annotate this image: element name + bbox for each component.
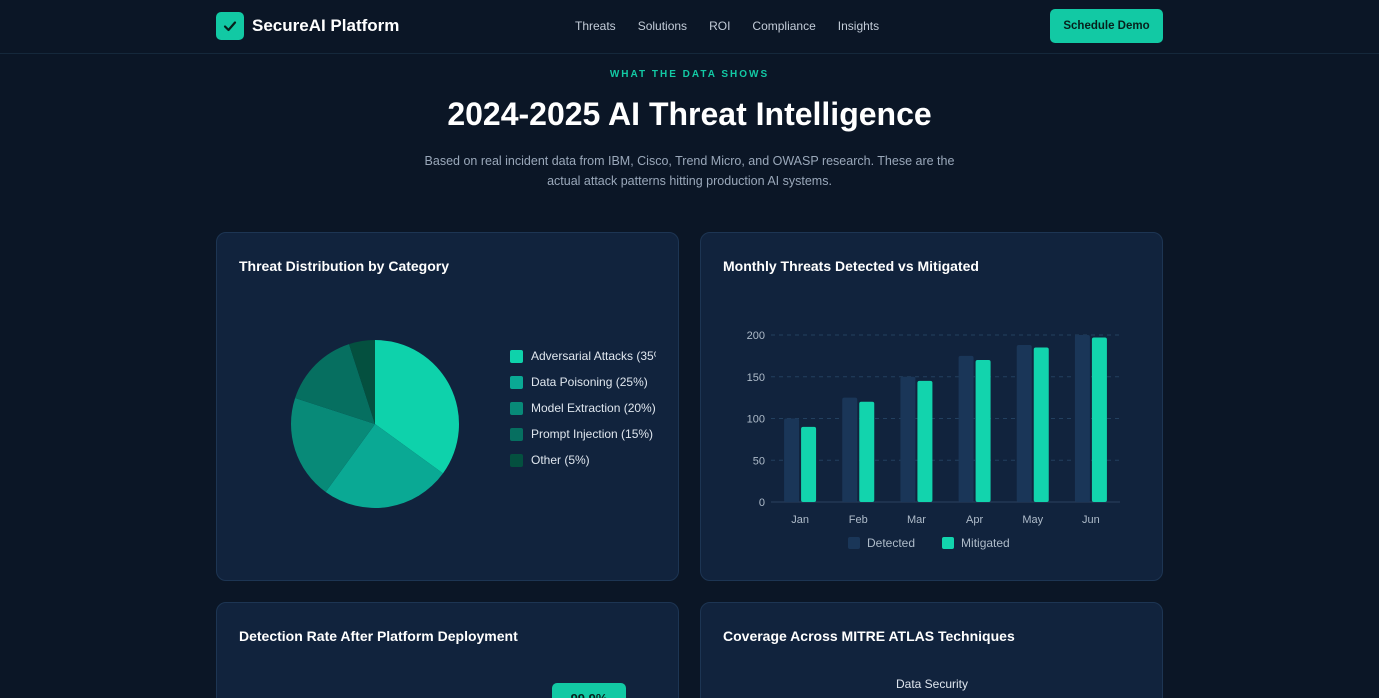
checkmark-icon bbox=[223, 21, 237, 32]
threat-distribution-card: Threat Distribution by Category Adversar… bbox=[216, 232, 679, 581]
legend-item: Prompt Injection (15%) bbox=[510, 421, 656, 447]
bar-detected[interactable] bbox=[842, 397, 858, 502]
nav-link-roi[interactable]: ROI bbox=[709, 19, 730, 33]
bar-legend: Detected Mitigated bbox=[848, 536, 1037, 550]
legend-item: Other (5%) bbox=[510, 447, 656, 473]
bar-detected[interactable] bbox=[784, 418, 800, 503]
legend-label: Data Poisoning (25%) bbox=[531, 375, 648, 389]
y-tick-label: 50 bbox=[753, 455, 765, 467]
legend-item: Model Extraction (20%) bbox=[510, 395, 656, 421]
y-tick-label: 100 bbox=[747, 414, 765, 426]
legend-item-mitigated[interactable]: Mitigated bbox=[942, 536, 1010, 550]
y-tick-label: 0 bbox=[759, 497, 765, 509]
detection-rate-title: Detection Rate After Platform Deployment bbox=[239, 628, 518, 644]
monthly-threats-title: Monthly Threats Detected vs Mitigated bbox=[723, 258, 979, 274]
bar-detected[interactable] bbox=[1016, 345, 1032, 502]
x-tick-label: Feb bbox=[849, 514, 868, 526]
threat-pie-chart bbox=[291, 340, 460, 508]
radar-axis-label: Data Security bbox=[895, 677, 969, 691]
threat-distribution-title: Threat Distribution by Category bbox=[239, 258, 450, 274]
coverage-title: Coverage Across MITRE ATLAS Techniques bbox=[723, 628, 1015, 644]
bar-detected[interactable] bbox=[900, 376, 916, 502]
legend-swatch bbox=[848, 537, 860, 549]
x-tick-label: Jun bbox=[1082, 514, 1100, 526]
monthly-threats-card: Monthly Threats Detected vs Mitigated 0 5… bbox=[700, 232, 1163, 581]
top-navbar: SecureAI Platform Threats Solutions ROI … bbox=[0, 0, 1379, 54]
legend-item-detected[interactable]: Detected bbox=[848, 536, 915, 550]
legend-label: Model Extraction (20%) bbox=[531, 401, 656, 415]
legend-label: Adversarial Attacks (35%) bbox=[531, 349, 656, 363]
pie-legend: Adversarial Attacks (35%) Data Poisoning… bbox=[510, 343, 656, 473]
bar-mitigated[interactable] bbox=[917, 380, 933, 502]
bar-mitigated[interactable] bbox=[1033, 347, 1049, 502]
x-tick-label: Apr bbox=[966, 514, 983, 526]
legend-swatch bbox=[510, 375, 523, 389]
brand-name: SecureAI Platform bbox=[252, 16, 400, 35]
checkmark-logo-icon bbox=[216, 12, 244, 40]
legend-swatch bbox=[510, 427, 523, 441]
y-tick-label: 150 bbox=[747, 372, 765, 384]
page-title: 2024-2025 AI Threat Intelligence bbox=[447, 96, 932, 132]
bar-mitigated[interactable] bbox=[801, 426, 817, 502]
nav-link-insights[interactable]: Insights bbox=[838, 19, 879, 33]
legend-swatch bbox=[510, 401, 523, 415]
bar-detected[interactable] bbox=[958, 355, 974, 502]
legend-swatch bbox=[510, 453, 523, 467]
schedule-demo-button[interactable]: Schedule Demo bbox=[1050, 9, 1163, 43]
legend-item: Data Poisoning (25%) bbox=[510, 369, 656, 395]
page-subtitle: Based on real incident data from IBM, Ci… bbox=[424, 154, 955, 188]
legend-label: Detected bbox=[867, 536, 916, 550]
legend-label: Other (5%) bbox=[531, 453, 590, 467]
bar-mitigated[interactable] bbox=[859, 401, 875, 502]
monthly-bar-chart: 0 50 100 150 200 Jan Feb Mar Apr May Jun bbox=[747, 330, 1120, 526]
nav-link-threats[interactable]: Threats bbox=[575, 19, 616, 33]
legend-label: Mitigated bbox=[961, 536, 1010, 550]
legend-label: Prompt Injection (15%) bbox=[531, 427, 654, 441]
section-eyebrow: WHAT THE DATA SHOWS bbox=[609, 69, 770, 80]
detection-rate-badge: 99.9% bbox=[552, 683, 626, 698]
brand[interactable]: SecureAI Platform bbox=[216, 12, 399, 40]
bar-mitigated[interactable] bbox=[1091, 337, 1107, 502]
nav-links: Threats Solutions ROI Compliance Insight… bbox=[564, 19, 890, 33]
nav-link-compliance[interactable]: Compliance bbox=[752, 19, 815, 33]
legend-item: Adversarial Attacks (35%) bbox=[510, 343, 656, 369]
bar-detected[interactable] bbox=[1074, 335, 1090, 502]
nav-link-solutions[interactable]: Solutions bbox=[638, 19, 687, 33]
bar-mitigated[interactable] bbox=[975, 360, 991, 502]
detection-rate-card: Detection Rate After Platform Deployment… bbox=[216, 602, 679, 698]
coverage-card: Coverage Across MITRE ATLAS Techniques D… bbox=[700, 602, 1163, 698]
legend-swatch bbox=[942, 537, 955, 549]
x-tick-label: May bbox=[1022, 514, 1043, 526]
x-tick-label: Jan bbox=[791, 514, 809, 526]
y-tick-label: 200 bbox=[747, 330, 765, 342]
legend-swatch bbox=[510, 349, 523, 363]
x-tick-label: Mar bbox=[907, 514, 926, 526]
